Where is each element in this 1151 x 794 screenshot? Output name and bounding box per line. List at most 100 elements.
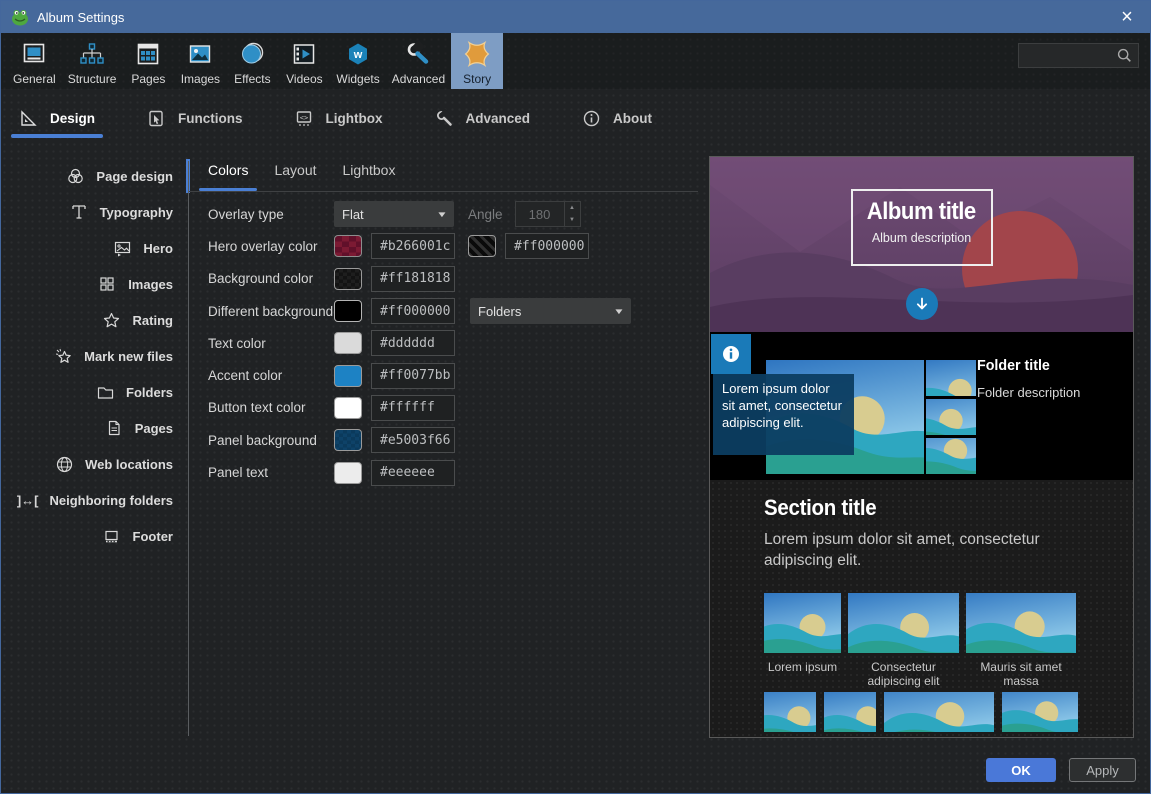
toolbar-item-advanced[interactable]: Advanced — [386, 33, 451, 89]
button-text-color-swatch[interactable] — [334, 397, 362, 419]
svg-text:<>: <> — [299, 114, 307, 122]
sidebar-item-web-locations[interactable]: Web locations — [1, 446, 187, 482]
sidebar-item-pages[interactable]: Pages — [1, 410, 187, 446]
overlay-type-dropdown[interactable]: Flat ▼ — [334, 201, 454, 227]
background-color-swatch[interactable] — [334, 268, 362, 290]
toolbar-item-widgets[interactable]: w Widgets — [330, 33, 385, 89]
angle-spinner[interactable]: 180 ▲▼ — [515, 201, 581, 227]
sidebar-item-page-design[interactable]: Page design — [1, 158, 187, 194]
folder-info-icon[interactable] — [711, 334, 751, 374]
row-panel-background: Panel background #e5003f66 — [189, 424, 699, 456]
button-text-color-value[interactable]: #ffffff — [371, 395, 455, 421]
thumbnail-row: Lorem ipsum Consectetur adipiscing elit … — [764, 593, 1133, 689]
titlebar: Album Settings × — [1, 1, 1150, 33]
toolbar-label: General — [13, 72, 56, 86]
different-background-swatch[interactable] — [334, 300, 362, 322]
subtab-colors[interactable]: Colors — [208, 162, 248, 191]
thumbnail-image[interactable] — [1002, 692, 1078, 732]
spin-up-icon[interactable]: ▲ — [565, 202, 580, 214]
row-accent-color: Accent color #ff0077bb — [189, 359, 699, 391]
subtab-layout[interactable]: Layout — [274, 162, 316, 191]
toolbar-item-videos[interactable]: Videos — [278, 33, 330, 89]
app-logo-frog-icon — [11, 8, 29, 26]
sidebar-item-hero[interactable]: Hero — [1, 230, 187, 266]
sidebar-item-label: Pages — [135, 421, 173, 436]
toolbar-item-pages[interactable]: Pages — [122, 33, 174, 89]
apply-button[interactable]: Apply — [1069, 758, 1136, 782]
thumbnail-image[interactable] — [764, 692, 816, 732]
tab-functions[interactable]: Functions — [143, 89, 247, 147]
sidebar-item-mark-new-files[interactable]: Mark new files — [1, 338, 187, 374]
hero-overlay-color-swatch[interactable] — [334, 235, 362, 257]
functions-cursor-icon — [147, 109, 166, 128]
accent-color-value[interactable]: #ff0077bb — [371, 363, 455, 389]
text-color-value[interactable]: #dddddd — [371, 330, 455, 356]
hero-overlay-color-value[interactable]: #b266001c — [371, 233, 455, 259]
accent-color-swatch[interactable] — [334, 365, 362, 387]
subtab-lightbox[interactable]: Lightbox — [343, 162, 396, 191]
thumbnail-image[interactable] — [824, 692, 876, 732]
thumbnail-image — [764, 593, 841, 653]
thumbnail-caption: Mauris sit amet massa — [966, 660, 1076, 689]
preview-hero: Album title Album description — [710, 157, 1133, 332]
hero-overlay-color2-swatch[interactable] — [468, 235, 496, 257]
tab-label: About — [613, 111, 652, 126]
sidebar-item-neighboring-folders[interactable]: ]↔[ Neighboring folders — [1, 482, 187, 518]
thumbnail-image[interactable] — [884, 692, 994, 732]
thumbnail-cell[interactable]: Mauris sit amet massa — [966, 593, 1076, 689]
different-background-dropdown[interactable]: Folders ▼ — [470, 298, 631, 324]
toolbar-item-general[interactable]: General — [7, 33, 62, 89]
toolbar-item-story[interactable]: Story — [451, 33, 503, 89]
thumbnail-cell[interactable]: Lorem ipsum — [764, 593, 841, 689]
sidebar-item-folders[interactable]: Folders — [1, 374, 187, 410]
spinner-buttons[interactable]: ▲▼ — [564, 202, 580, 226]
different-background-value[interactable]: #ff000000 — [371, 298, 455, 324]
effects-circle-icon — [238, 38, 266, 70]
tab-advanced[interactable]: Advanced — [431, 89, 535, 147]
hero-overlay-color2-value[interactable]: #ff000000 — [505, 233, 589, 259]
sidebar-item-images[interactable]: Images — [1, 266, 187, 302]
scroll-down-arrow-button[interactable] — [906, 288, 938, 320]
window-title: Album Settings — [37, 10, 124, 25]
thumbnail-cell[interactable]: Consectetur adipiscing elit — [848, 593, 959, 689]
globe-icon — [54, 455, 74, 474]
background-color-value[interactable]: #ff181818 — [371, 266, 455, 292]
thumbnail-image — [966, 593, 1076, 653]
toolbar-item-images[interactable]: Images — [174, 33, 226, 89]
lightbox-code-icon: <> — [295, 109, 314, 128]
sidebar-item-typography[interactable]: Typography — [1, 194, 187, 230]
sidebar-item-rating[interactable]: Rating — [1, 302, 187, 338]
row-different-background: Different background #ff000000 Folders ▼ — [189, 295, 699, 327]
ok-button[interactable]: OK — [986, 758, 1056, 782]
close-button[interactable]: × — [1104, 1, 1150, 33]
album-title: Album title — [867, 198, 976, 226]
search-icon — [1117, 48, 1138, 63]
panel-background-swatch[interactable] — [334, 429, 362, 451]
story-leather-icon — [463, 38, 491, 70]
tab-about[interactable]: About — [578, 89, 656, 147]
search-input[interactable] — [1019, 49, 1117, 63]
toolbar-label: Structure — [68, 72, 117, 86]
row-background-color: Background color #ff181818 — [189, 263, 699, 295]
field-label: Different background — [208, 304, 334, 319]
panel-background-value[interactable]: #e5003f66 — [371, 427, 455, 453]
toolbar-item-effects[interactable]: Effects — [226, 33, 278, 89]
toolbar-label: Pages — [131, 72, 165, 86]
tab-lightbox[interactable]: <> Lightbox — [291, 89, 387, 147]
wrench-icon — [404, 38, 432, 70]
toolbar-item-structure[interactable]: Structure — [62, 33, 123, 89]
main-toolbar: General Structure P — [1, 33, 1150, 89]
panel-text-value[interactable]: #eeeeee — [371, 460, 455, 486]
spin-down-icon[interactable]: ▼ — [565, 214, 580, 226]
search-box — [1018, 43, 1139, 68]
text-color-swatch[interactable] — [334, 332, 362, 354]
panel-text-swatch[interactable] — [334, 462, 362, 484]
star-sparkle-icon — [53, 347, 73, 366]
toolbar-label: Advanced — [392, 72, 445, 86]
sidebar-item-footer[interactable]: Footer — [1, 518, 187, 554]
grid-icon — [97, 275, 117, 293]
chevron-down-icon: ▼ — [436, 210, 448, 219]
pages-grid-icon — [134, 38, 162, 70]
settings-panel: Colors Layout Lightbox Overlay type Flat… — [189, 149, 699, 489]
tab-design[interactable]: Design — [15, 89, 99, 147]
